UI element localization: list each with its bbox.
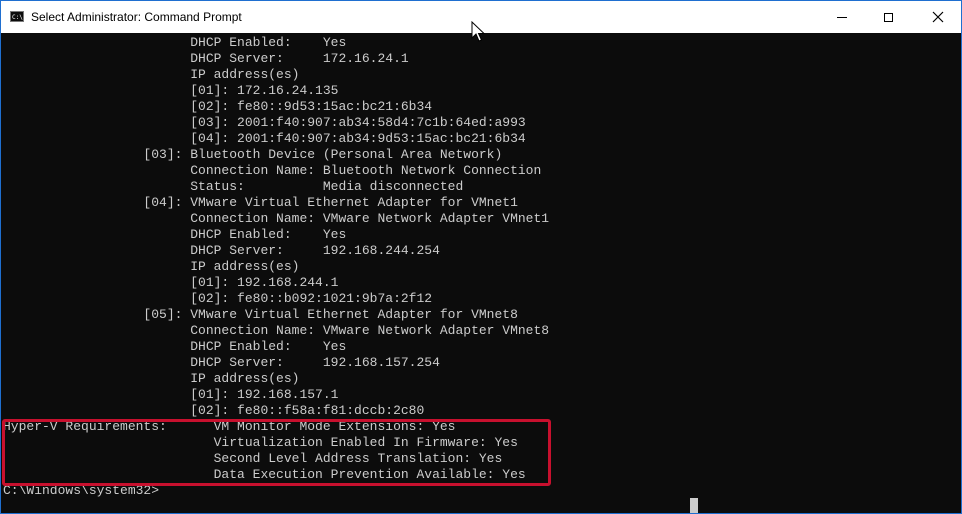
- hyper-v-highlight-box: [2, 419, 551, 486]
- console-line: DHCP Enabled: Yes: [3, 35, 347, 50]
- console-line: [02]: fe80::f58a:f81:dccb:2c80: [3, 403, 425, 418]
- console-line: DHCP Server: 192.168.157.254: [3, 355, 440, 370]
- command-prompt-window: C:\. Select Administrator: Command Promp…: [0, 0, 962, 514]
- console-line: Connection Name: VMware Network Adapter …: [3, 211, 550, 226]
- console-line: DHCP Server: 172.16.24.1: [3, 51, 409, 66]
- command-prompt-icon[interactable]: C:\.: [10, 11, 24, 22]
- console-line: DHCP Enabled: Yes: [3, 227, 347, 242]
- console-line: Status: Media disconnected: [3, 179, 464, 194]
- console-line: DHCP Enabled: Yes: [3, 339, 347, 354]
- console-line: [01]: 172.16.24.135: [3, 83, 339, 98]
- console-line: [03]: Bluetooth Device (Personal Area Ne…: [3, 147, 503, 162]
- console-line: [05]: VMware Virtual Ethernet Adapter fo…: [3, 307, 518, 322]
- console-line: [01]: 192.168.157.1: [3, 387, 339, 402]
- console-line: DHCP Server: 192.168.244.254: [3, 243, 440, 258]
- console-line: IP address(es): [3, 67, 300, 82]
- console-line: [03]: 2001:f40:907:ab34:58d4:7c1b:64ed:a…: [3, 115, 526, 130]
- close-icon: [932, 11, 944, 23]
- text-cursor: [690, 498, 698, 513]
- console-line: Connection Name: VMware Network Adapter …: [3, 323, 550, 338]
- maximize-icon: [883, 12, 893, 22]
- window-title: Select Administrator: Command Prompt: [31, 10, 242, 24]
- maximize-button[interactable]: [865, 1, 911, 33]
- console-line: [04]: VMware Virtual Ethernet Adapter fo…: [3, 195, 518, 210]
- title-bar[interactable]: C:\. Select Administrator: Command Promp…: [1, 1, 961, 42]
- close-button[interactable]: [915, 1, 961, 33]
- console-line: IP address(es): [3, 371, 300, 386]
- console-line: [04]: 2001:f40:907:ab34:9d53:15ac:bc21:6…: [3, 131, 526, 146]
- console-line: [02]: fe80::9d53:15ac:bc21:6b34: [3, 99, 433, 114]
- console-line: Connection Name: Bluetooth Network Conne…: [3, 163, 542, 178]
- console-line: [02]: fe80::b092:1021:9b7a:2f12: [3, 291, 433, 306]
- console-line: [01]: 192.168.244.1: [3, 275, 339, 290]
- minimize-icon: [837, 16, 847, 18]
- minimize-button[interactable]: [819, 1, 865, 33]
- console-line: IP address(es): [3, 259, 300, 274]
